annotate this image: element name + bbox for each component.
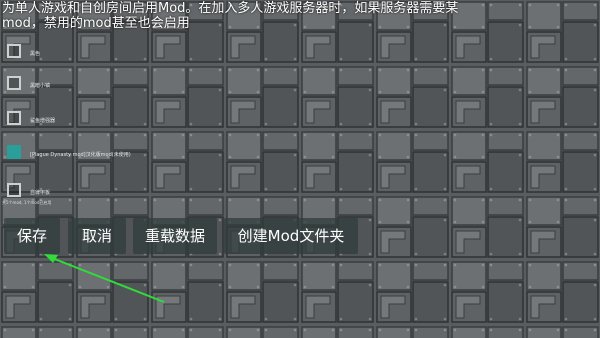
mod-list: 黑色 黑暗小镇 鲨鱼增强器 [Plague Dynasty mod]汉化版mod… — [0, 38, 600, 210]
mod-row[interactable]: 鲨鱼增强器 — [0, 105, 600, 135]
mod-row[interactable]: 自律甲板 — [0, 177, 600, 207]
mod-row[interactable]: [Plague Dynasty mod]汉化版mod(未使用) — [0, 139, 600, 169]
mod-label: [Plague Dynasty mod]汉化版mod(未使用) — [30, 152, 131, 158]
save-button[interactable]: 保存 — [4, 218, 60, 254]
mod-row[interactable]: 黑暗小镇 — [0, 70, 600, 100]
instructions-text: 为单人游戏和自创房间启用Mod。在加入多人游戏服务器时，如果服务器需要某mod，… — [2, 1, 459, 31]
instructions-bar: 为单人游戏和自创房间启用Mod。在加入多人游戏服务器时，如果服务器需要某mod，… — [0, 0, 600, 36]
mod-count-note: 共5个mod, 1个mod已启用 — [2, 200, 52, 205]
mod-label: 黑色 — [30, 51, 41, 57]
mod-checkbox-checked[interactable] — [7, 145, 21, 159]
mod-checkbox[interactable] — [7, 44, 21, 58]
create-mod-folder-button[interactable]: 创建Mod文件夹 — [224, 218, 358, 254]
reload-data-button[interactable]: 重载数据 — [133, 218, 217, 254]
mod-checkbox[interactable] — [7, 76, 21, 90]
cancel-button[interactable]: 取消 — [68, 218, 126, 254]
mod-label: 自律甲板 — [30, 190, 51, 196]
mod-row[interactable]: 黑色 — [0, 38, 600, 68]
mod-label: 黑暗小镇 — [30, 83, 51, 89]
action-bar: 保存 取消 重载数据 创建Mod文件夹 — [0, 218, 600, 256]
mod-checkbox[interactable] — [7, 183, 21, 197]
mod-checkbox[interactable] — [7, 111, 21, 125]
mod-label: 鲨鱼增强器 — [30, 118, 56, 124]
